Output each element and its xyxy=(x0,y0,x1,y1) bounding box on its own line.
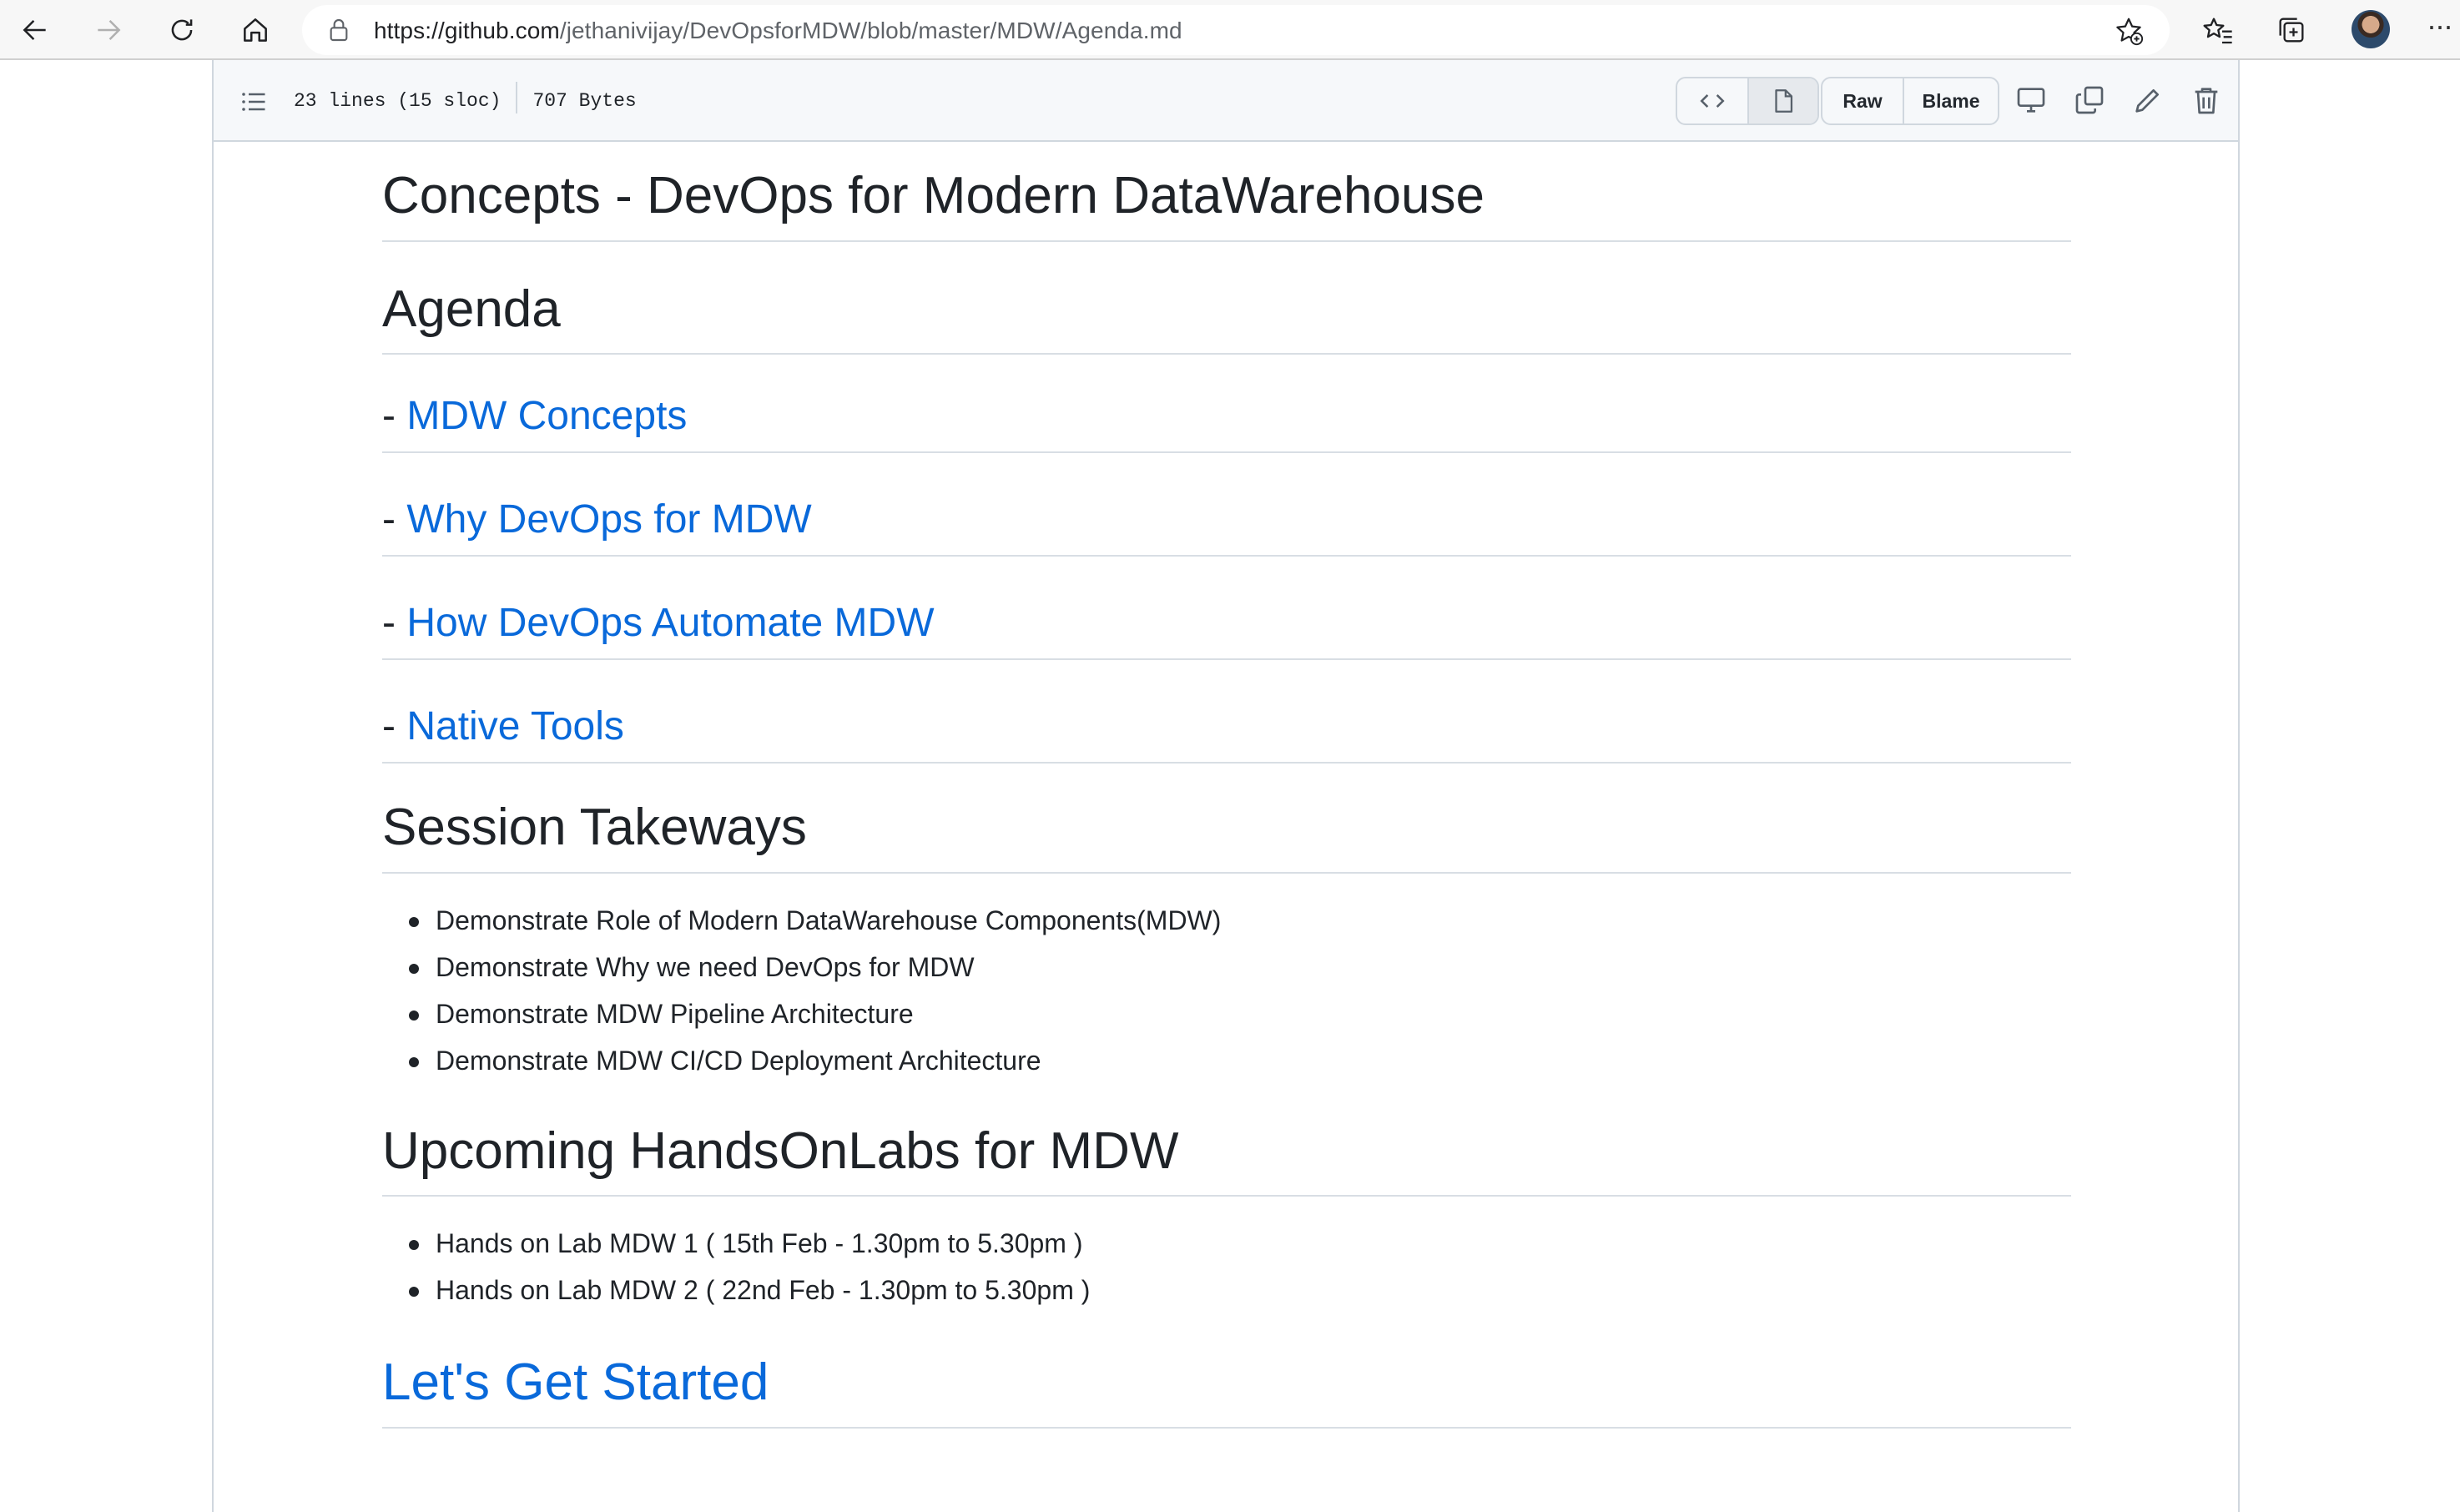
agenda-link-native-tools[interactable]: Native Tools xyxy=(406,704,624,748)
home-icon xyxy=(244,18,267,42)
list-item: Demonstrate MDW Pipeline Architecture xyxy=(382,990,2071,1037)
trash-icon[interactable] xyxy=(2190,83,2223,117)
takeaways-list: Demonstrate Role of Modern DataWarehouse… xyxy=(382,897,2071,1084)
view-toggle xyxy=(1676,77,1819,125)
favorites-button[interactable] xyxy=(2198,10,2238,50)
pencil-icon[interactable] xyxy=(2131,83,2165,117)
browser-toolbar: https://github.com/jethanivijay/DevOpsfo… xyxy=(0,0,2460,60)
back-button[interactable] xyxy=(13,8,57,52)
list-item: Demonstrate Role of Modern DataWarehouse… xyxy=(382,897,2071,944)
refresh-button[interactable] xyxy=(160,8,204,52)
agenda-heading: Agenda xyxy=(382,277,2071,355)
source-view-button[interactable] xyxy=(1677,78,1747,123)
agenda-item-prefix: - xyxy=(382,394,407,438)
file-icon xyxy=(1775,89,1793,113)
blame-button[interactable]: Blame xyxy=(1903,78,1998,123)
arrow-right-icon xyxy=(98,20,121,40)
markdown-body: Concepts - DevOps for Modern DataWarehou… xyxy=(382,164,2071,1429)
outline-list-icon[interactable] xyxy=(239,87,269,117)
agenda-item-prefix: - xyxy=(382,497,407,542)
lock-icon[interactable] xyxy=(325,17,352,43)
agenda-item: - MDW Concepts xyxy=(382,391,2071,453)
get-started-link[interactable]: Let's Get Started xyxy=(382,1353,769,1411)
desktop-icon[interactable] xyxy=(2014,83,2048,117)
divider xyxy=(516,82,518,113)
url-text[interactable]: https://github.com/jethanivijay/DevOpsfo… xyxy=(374,18,1182,44)
code-icon xyxy=(1700,94,1725,108)
agenda-link-mdw-concepts[interactable]: MDW Concepts xyxy=(406,394,687,438)
rendered-view-button[interactable] xyxy=(1747,78,1817,123)
agenda-link-how-devops[interactable]: How DevOps Automate MDW xyxy=(406,601,934,645)
profile-avatar[interactable] xyxy=(2352,10,2390,48)
arrow-left-icon xyxy=(23,20,46,40)
page-title: Concepts - DevOps for Modern DataWarehou… xyxy=(382,164,2071,242)
agenda-item: - How DevOps Automate MDW xyxy=(382,598,2071,660)
url-host: https://github.com xyxy=(374,18,560,43)
list-item: Hands on Lab MDW 2 ( 22nd Feb - 1.30pm t… xyxy=(382,1267,2071,1313)
more-options-button[interactable]: ··· xyxy=(2427,8,2453,43)
list-item: Hands on Lab MDW 1 ( 15th Feb - 1.30pm t… xyxy=(382,1220,2071,1267)
agenda-item-prefix: - xyxy=(382,601,407,645)
labs-heading: Upcoming HandsOnLabs for MDW xyxy=(382,1119,2071,1197)
get-started-heading: Let's Get Started xyxy=(382,1350,2071,1429)
collections-icon xyxy=(2279,18,2304,43)
file-info: 23 lines (15 sloc) 707 Bytes xyxy=(294,82,637,113)
takeaways-heading: Session Takeways xyxy=(382,795,2071,874)
refresh-icon xyxy=(171,19,193,41)
favorites-list-icon xyxy=(2203,18,2232,44)
raw-button[interactable]: Raw xyxy=(1822,78,1903,123)
copy-icon[interactable] xyxy=(2073,83,2106,117)
list-item: Demonstrate MDW CI/CD Deployment Archite… xyxy=(382,1037,2071,1084)
labs-list: Hands on Lab MDW 1 ( 15th Feb - 1.30pm t… xyxy=(382,1220,2071,1313)
url-path: /jethanivijay/DevOpsforMDW/blob/master/M… xyxy=(559,18,1182,43)
file-header: 23 lines (15 sloc) 707 Bytes Raw Blame xyxy=(214,60,2238,142)
forward-button[interactable] xyxy=(87,8,130,52)
add-favorite-icon[interactable] xyxy=(2113,15,2145,47)
list-item: Demonstrate Why we need DevOps for MDW xyxy=(382,944,2071,990)
file-size: 707 Bytes xyxy=(532,90,637,113)
agenda-item-prefix: - xyxy=(382,704,407,748)
collections-button[interactable] xyxy=(2271,10,2311,50)
line-count: 23 lines (15 sloc) xyxy=(294,90,502,113)
home-button[interactable] xyxy=(234,8,277,52)
address-bar[interactable]: https://github.com/jethanivijay/DevOpsfo… xyxy=(302,5,2170,55)
agenda-item: - Native Tools xyxy=(382,702,2071,764)
agenda-item: - Why DevOps for MDW xyxy=(382,495,2071,557)
agenda-link-why-devops[interactable]: Why DevOps for MDW xyxy=(406,497,811,542)
raw-blame-group: Raw Blame xyxy=(1821,77,1999,125)
